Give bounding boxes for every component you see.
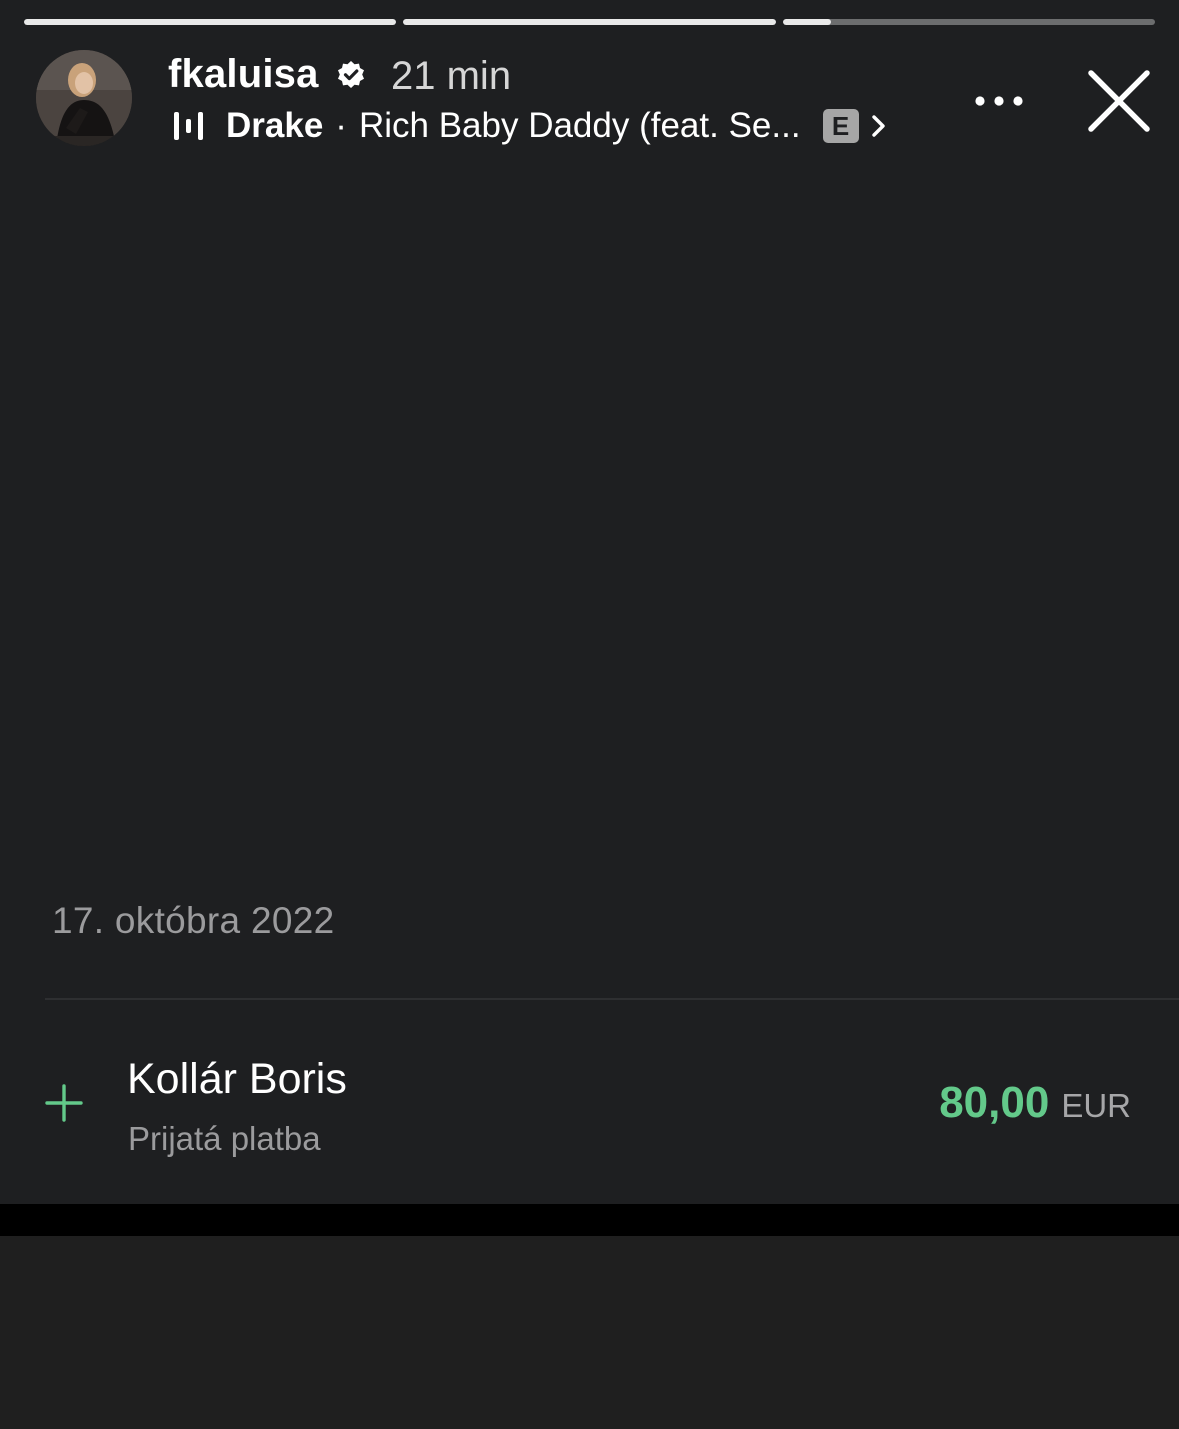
transaction-amount: 80,00 EUR xyxy=(939,1078,1131,1128)
progress-segment xyxy=(782,19,1155,25)
verified-badge-icon xyxy=(338,61,364,88)
progress-fill xyxy=(782,19,832,25)
story-viewer: fkaluisa 21 min Drake · Rich Baby Daddy … xyxy=(0,0,1179,1429)
transaction-counterparty: Kollár Boris xyxy=(127,1055,347,1103)
music-song-title: Rich Baby Daddy (feat. Se... xyxy=(358,106,801,145)
equalizer-icon xyxy=(174,112,203,140)
divider xyxy=(45,998,1179,1000)
avatar[interactable] xyxy=(36,50,132,146)
story-timestamp: 21 min xyxy=(391,54,512,98)
username[interactable]: fkaluisa xyxy=(168,52,319,97)
music-separator: · xyxy=(335,106,347,145)
chevron-right-icon xyxy=(871,115,885,137)
more-dots-icon[interactable] xyxy=(970,84,1030,118)
amount-currency: EUR xyxy=(1061,1087,1131,1124)
transaction-date: 17. októbra 2022 xyxy=(52,900,335,941)
transaction-type: Prijatá platba xyxy=(128,1120,321,1157)
story-progress-bar xyxy=(24,19,1155,25)
amount-value: 80,00 xyxy=(939,1078,1050,1127)
screenshot-edge xyxy=(0,1204,1179,1236)
avatar-photo xyxy=(36,50,132,146)
progress-fill xyxy=(403,19,776,25)
story-bottom-area xyxy=(0,1236,1179,1429)
music-attribution[interactable]: Drake · Rich Baby Daddy (feat. Se... E xyxy=(172,104,889,148)
close-icon[interactable] xyxy=(1086,68,1152,134)
progress-segment xyxy=(403,19,776,25)
progress-fill xyxy=(24,19,397,25)
music-artist: Drake xyxy=(226,106,324,145)
plus-icon xyxy=(45,1084,83,1122)
explicit-badge: E xyxy=(822,109,859,143)
progress-segment xyxy=(24,19,397,25)
